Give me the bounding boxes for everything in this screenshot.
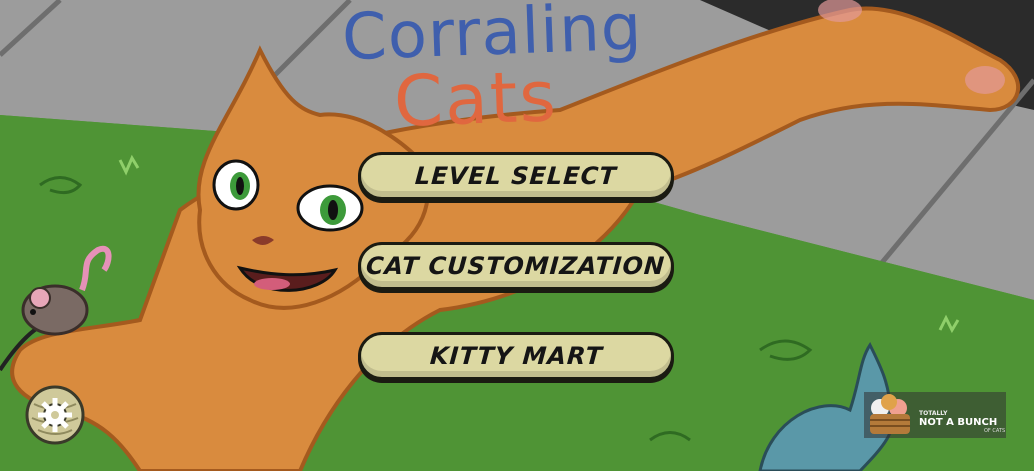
settings-button[interactable]	[24, 384, 86, 446]
studio-logo: TOTALLY NOT A BUNCH OF CATS	[864, 392, 1006, 438]
cat-basket-icon	[870, 394, 910, 434]
studio-logo-line1: TOTALLY	[919, 410, 948, 417]
game-title-line2: Cats	[392, 55, 560, 143]
cat-customization-button[interactable]: CAT CUSTOMIZATION	[358, 242, 674, 290]
studio-logo-line2: NOT A BUNCH	[919, 417, 998, 428]
level-select-label: LEVEL SELECT	[414, 162, 618, 190]
kitty-mart-button[interactable]: KITTY MART	[358, 332, 674, 380]
studio-logo-line3: OF CATS	[984, 428, 1006, 434]
gear-icon	[25, 385, 85, 445]
level-select-button[interactable]: LEVEL SELECT	[358, 152, 674, 200]
cat-customization-label: CAT CUSTOMIZATION	[365, 252, 667, 280]
kitty-mart-label: KITTY MART	[428, 342, 604, 370]
